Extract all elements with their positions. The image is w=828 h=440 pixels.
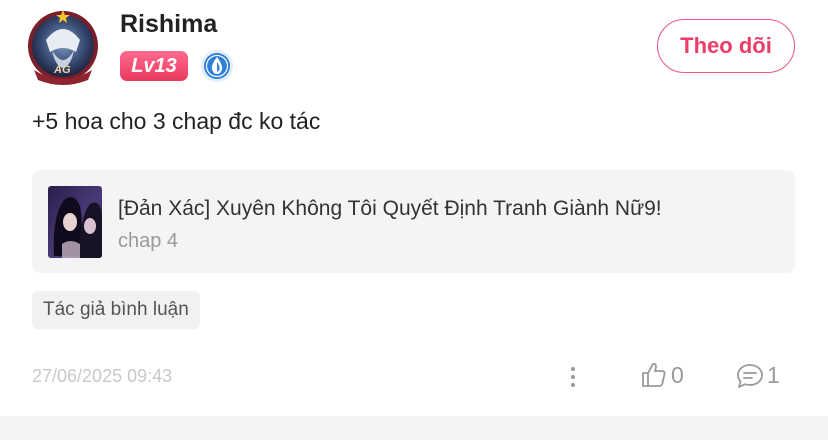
like-count: 0: [671, 362, 684, 388]
manga-chapter: chap 4: [118, 230, 179, 252]
thumbs-up-icon[interactable]: [640, 361, 668, 389]
comment-bubble-icon[interactable]: [735, 362, 765, 390]
comment-text: +5 hoa cho 3 chap đc ko tác: [32, 108, 321, 134]
comment-timestamp: 27/06/2025 09:43: [32, 366, 173, 386]
follow-button[interactable]: Theo dõi: [657, 19, 795, 73]
level-badge: Lv13: [120, 51, 188, 81]
manga-reference-card[interactable]: [Đản Xác] Xuyên Không Tôi Quyết Định Tra…: [32, 170, 795, 273]
avatar[interactable]: AG: [26, 10, 100, 86]
manga-title: [Đản Xác] Xuyên Không Tôi Quyết Định Tra…: [118, 197, 662, 220]
username[interactable]: Rishima: [120, 10, 217, 39]
reply-count: 1: [767, 362, 780, 388]
comment-card: AG Rishima Lv13 Theo dõi +5 hoa cho 3 ch…: [0, 0, 828, 416]
water-drop-rank-icon: [200, 49, 234, 83]
section-divider: [0, 416, 828, 440]
author-comment-tag: Tác giả bình luận: [32, 291, 200, 329]
avatar-badge-text: AG: [54, 64, 71, 76]
manga-cover-image: [48, 186, 102, 258]
more-vertical-icon[interactable]: [566, 364, 580, 390]
